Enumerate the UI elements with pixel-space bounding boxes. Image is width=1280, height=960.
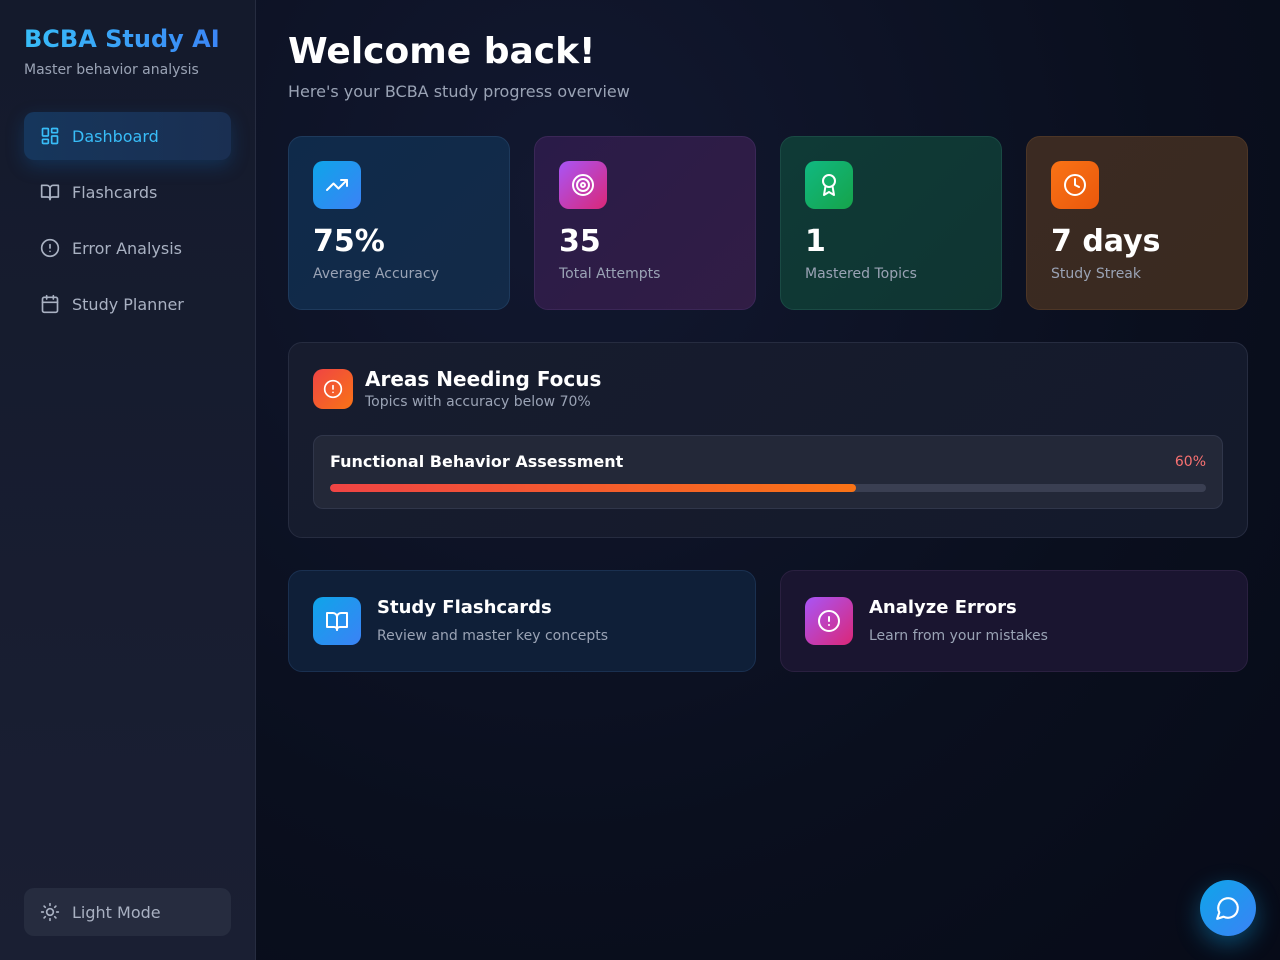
alert-circle-icon <box>805 597 853 645</box>
stat-value: 75% <box>313 224 385 259</box>
action-subtitle: Learn from your mistakes <box>869 628 1048 644</box>
alert-circle-icon <box>40 238 60 258</box>
sidebar-item-label: Dashboard <box>72 126 159 146</box>
chat-button[interactable] <box>1200 880 1256 936</box>
target-icon <box>559 161 607 209</box>
sun-icon <box>40 902 60 922</box>
focus-header: Areas Needing Focus Topics with accuracy… <box>313 367 1223 411</box>
focus-title: Areas Needing Focus <box>365 367 602 391</box>
action-title: Study Flashcards <box>377 597 552 618</box>
sidebar-item-label: Error Analysis <box>72 238 183 258</box>
study-flashcards-card[interactable]: Study Flashcards Review and master key c… <box>288 570 756 672</box>
focus-panel: Areas Needing Focus Topics with accuracy… <box>288 342 1248 538</box>
book-open-icon <box>40 184 60 201</box>
clock-icon <box>1051 161 1099 209</box>
sidebar-item-dashboard[interactable]: Dashboard <box>24 112 231 160</box>
light-mode-toggle[interactable]: Light Mode <box>24 888 231 936</box>
award-icon <box>805 161 853 209</box>
book-open-icon <box>313 597 361 645</box>
sidebar-item-study-planner[interactable]: Study Planner <box>24 280 231 328</box>
light-mode-label: Light Mode <box>72 902 161 922</box>
sidebar: BCBA Study AI Master behavior analysis D… <box>0 0 256 960</box>
chat-bubble-icon <box>1216 897 1239 920</box>
topic-name: Functional Behavior Assessment <box>330 452 624 471</box>
dashboard-icon <box>41 127 59 145</box>
sidebar-nav: Dashboard Flashcards Error Analysis Stud… <box>24 112 231 328</box>
trending-up-icon <box>313 161 361 209</box>
stats-row: 75% Average Accuracy 35 Total Attempts 1… <box>288 136 1248 310</box>
stat-label: Mastered Topics <box>805 266 917 282</box>
stat-label: Average Accuracy <box>313 266 439 282</box>
stat-card-mastered: 1 Mastered Topics <box>780 136 1002 310</box>
main-content: Welcome back! Here's your BCBA study pro… <box>256 0 1280 960</box>
action-subtitle: Review and master key concepts <box>377 628 609 644</box>
page-subtitle: Here's your BCBA study progress overview <box>288 82 630 101</box>
stat-value: 7 days <box>1051 224 1161 259</box>
page-title: Welcome back! <box>288 31 596 72</box>
sidebar-item-label: Study Planner <box>72 294 184 314</box>
stat-label: Study Streak <box>1051 266 1141 282</box>
stat-value: 1 <box>805 224 826 259</box>
topic-percent: 60% <box>1174 454 1206 470</box>
app: BCBA Study AI Master behavior analysis D… <box>0 0 1280 960</box>
sidebar-item-label: Flashcards <box>72 182 158 202</box>
sidebar-item-error-analysis[interactable]: Error Analysis <box>24 224 231 272</box>
stat-value: 35 <box>559 224 601 259</box>
sidebar-item-flashcards[interactable]: Flashcards <box>24 168 231 216</box>
topic-progress-fill <box>330 484 856 492</box>
focus-topic-item[interactable]: Functional Behavior Assessment 60% <box>313 435 1223 509</box>
analyze-errors-card[interactable]: Analyze Errors Learn from your mistakes <box>780 570 1248 672</box>
action-title: Analyze Errors <box>869 597 1017 618</box>
quick-actions: Study Flashcards Review and master key c… <box>288 570 1248 672</box>
calendar-icon <box>41 294 59 314</box>
stat-label: Total Attempts <box>559 266 661 282</box>
stat-card-accuracy: 75% Average Accuracy <box>288 136 510 310</box>
alert-circle-icon <box>313 369 353 409</box>
topic-progress-bar <box>330 484 1206 492</box>
brand-title: BCBA Study AI <box>24 24 231 54</box>
focus-subtitle: Topics with accuracy below 70% <box>365 394 591 410</box>
brand-subtitle: Master behavior analysis <box>24 62 199 78</box>
stat-card-streak: 7 days Study Streak <box>1026 136 1248 310</box>
stat-card-attempts: 35 Total Attempts <box>534 136 756 310</box>
